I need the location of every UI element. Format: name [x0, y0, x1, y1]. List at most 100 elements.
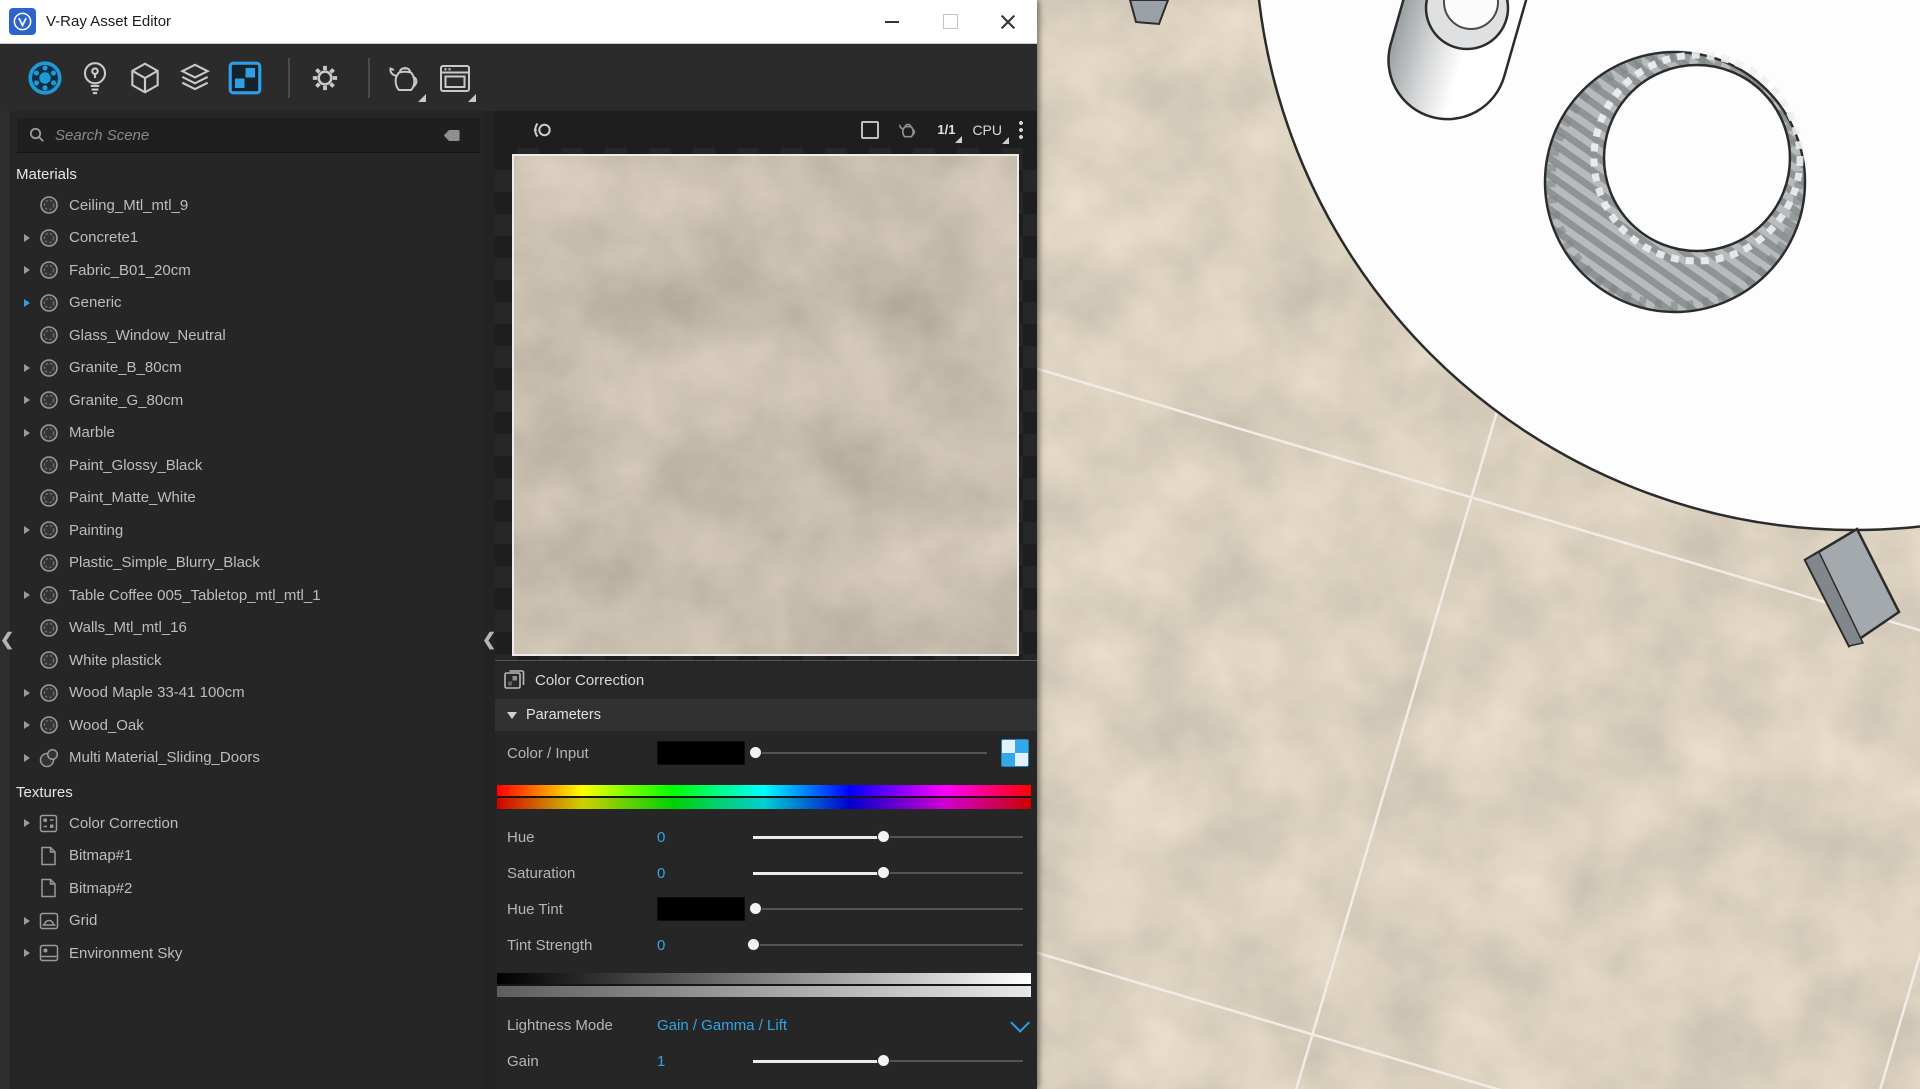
collapse-panel-mid-chevron[interactable]: ❮	[482, 630, 496, 650]
lightness-mode-dropdown-icon[interactable]	[1010, 1012, 1031, 1033]
minimize-button[interactable]	[863, 0, 921, 43]
tree-item-painting[interactable]: Painting	[11, 514, 483, 547]
texture-preview-image[interactable]	[512, 154, 1019, 656]
material-sphere-icon	[38, 650, 59, 671]
tree-item-bitmap-2[interactable]: Bitmap#2	[11, 872, 483, 905]
settings-tab-icon[interactable]	[304, 57, 346, 99]
expand-arrow-icon[interactable]	[24, 526, 36, 535]
material-sphere-icon	[38, 390, 59, 411]
texture-editor-header: Color Correction	[495, 660, 1037, 699]
material-sphere-icon	[38, 422, 59, 443]
gain-value[interactable]: 1	[657, 1053, 745, 1070]
hue-tint-swatch[interactable]	[657, 897, 745, 921]
tree-item-fabric-b01-20cm[interactable]: Fabric_B01_20cm	[11, 254, 483, 287]
expand-arrow-icon[interactable]	[24, 753, 36, 762]
sketchup-viewport[interactable]	[1037, 0, 1920, 1089]
param-row-hue-tint: Hue Tint	[495, 891, 1037, 927]
engine-dropdown-icon	[1002, 136, 1009, 144]
tree-item-granite-g-80cm[interactable]: Granite_G_80cm	[11, 384, 483, 417]
left-scroll-strip[interactable]	[0, 111, 11, 1089]
tree-item-ceiling-mtl-mtl-9[interactable]: Ceiling_Mtl_mtl_9	[11, 189, 483, 222]
minimize-icon	[885, 20, 899, 23]
layers-tab-icon[interactable]	[174, 57, 216, 99]
close-button[interactable]	[979, 0, 1037, 43]
tree-item-multi-material-sliding-doors[interactable]: Multi Material_Sliding_Doors	[11, 742, 483, 775]
material-sphere-icon	[38, 260, 59, 281]
saturation-value[interactable]: 0	[657, 865, 745, 882]
tree-item-label: Multi Material_Sliding_Doors	[69, 749, 260, 767]
preview-teapot-button[interactable]	[896, 120, 920, 140]
tree-item-paint-matte-white[interactable]: Paint_Matte_White	[11, 482, 483, 515]
expand-arrow-icon[interactable]	[24, 949, 36, 958]
maximize-button[interactable]	[921, 0, 979, 43]
panel-divider[interactable]: ❮	[482, 111, 496, 1089]
expand-arrow-icon[interactable]	[24, 396, 36, 405]
expand-arrow-icon[interactable]	[24, 721, 36, 730]
parameters-section-header[interactable]: Parameters	[495, 699, 1037, 731]
tree-item-granite-b-80cm[interactable]: Granite_B_80cm	[11, 352, 483, 385]
material-sphere-icon	[38, 520, 59, 541]
hue-slider[interactable]	[753, 829, 1023, 845]
expand-arrow-icon[interactable]	[24, 916, 36, 925]
tree-item-bitmap-1[interactable]: Bitmap#1	[11, 840, 483, 873]
frame-buffer-dropdown-icon[interactable]	[468, 93, 476, 102]
tree-item-label: Plastic_Simple_Blurry_Black	[69, 554, 260, 572]
render-button[interactable]	[384, 57, 426, 102]
lights-tab-icon[interactable]	[74, 57, 116, 99]
gain-slider[interactable]	[753, 1053, 1023, 1069]
saturation-slider[interactable]	[753, 865, 1023, 881]
tint-strength-slider[interactable]	[747, 937, 1023, 953]
preview-menu-icon[interactable]	[1019, 120, 1023, 139]
hue-tint-slider[interactable]	[749, 901, 1023, 917]
color-input-swatch[interactable]	[657, 741, 745, 765]
maximize-icon	[942, 14, 958, 29]
tree-item-concrete1[interactable]: Concrete1	[11, 222, 483, 255]
tree-item-grid[interactable]: Grid	[11, 905, 483, 938]
tree-item-paint-glossy-black[interactable]: Paint_Glossy_Black	[11, 449, 483, 482]
tree-item-generic[interactable]: Generic	[11, 287, 483, 320]
tree-item-marble[interactable]: Marble	[11, 417, 483, 450]
ribbed-lid[interactable]	[1543, 50, 1807, 314]
expand-arrow-icon[interactable]	[24, 688, 36, 697]
materials-tab-icon[interactable]	[24, 57, 66, 99]
tree-item-label: Fabric_B01_20cm	[69, 261, 191, 279]
hue-value[interactable]: 0	[657, 829, 745, 846]
tint-strength-value[interactable]: 0	[657, 937, 745, 954]
expand-arrow-icon[interactable]	[24, 819, 36, 828]
material-sphere-icon	[38, 585, 59, 606]
textures-tab-icon[interactable]	[224, 57, 266, 99]
tree-item-label: Generic	[69, 294, 122, 312]
tree-item-white-plastick[interactable]: White plastick	[11, 644, 483, 677]
preview-shape-button[interactable]	[861, 120, 880, 139]
expand-arrow-icon[interactable]	[24, 591, 36, 600]
tree-item-label: Table Coffee 005_Tabletop_mtl_mtl_1	[69, 586, 321, 604]
expand-arrow-icon[interactable]	[24, 233, 36, 242]
preview-orbit-icon[interactable]	[529, 120, 555, 140]
preview-header: 1/1 CPU	[495, 111, 1037, 148]
lightness-mode-value[interactable]: Gain / Gamma / Lift	[657, 1017, 1011, 1034]
expand-arrow-icon[interactable]	[24, 363, 36, 372]
tree-item-environment-sky[interactable]: Environment Sky	[11, 937, 483, 970]
search-field[interactable]: Search Scene	[17, 118, 480, 153]
tree-item-wood-maple-33-41-100cm[interactable]: Wood Maple 33-41 100cm	[11, 677, 483, 710]
search-clear-icon[interactable]	[431, 129, 470, 142]
texture-slot-icon[interactable]	[1001, 739, 1029, 767]
tree-item-plastic-simple-blurry-black[interactable]: Plastic_Simple_Blurry_Black	[11, 547, 483, 580]
tree-item-wood-oak[interactable]: Wood_Oak	[11, 709, 483, 742]
tree-item-walls-mtl-mtl-16[interactable]: Walls_Mtl_mtl_16	[11, 612, 483, 645]
engine-selector[interactable]: CPU	[972, 122, 1009, 144]
multi-icon	[38, 747, 59, 768]
expand-arrow-icon[interactable]	[24, 266, 36, 275]
titlebar[interactable]: V-Ray Asset Editor	[0, 0, 1037, 44]
geometry-tab-icon[interactable]	[124, 57, 166, 99]
color-input-slider[interactable]	[749, 745, 987, 761]
tree-item-table-coffee-005-tabletop-mtl-mtl-1[interactable]: Table Coffee 005_Tabletop_mtl_mtl_1	[11, 579, 483, 612]
expand-arrow-icon[interactable]	[24, 298, 36, 307]
expand-arrow-icon[interactable]	[24, 428, 36, 437]
frame-buffer-button[interactable]	[434, 57, 476, 102]
preview-ratio-button[interactable]: 1/1	[937, 122, 963, 143]
tree-item-color-correction[interactable]: Color Correction	[11, 807, 483, 840]
tree-item-glass-window-neutral[interactable]: Glass_Window_Neutral	[11, 319, 483, 352]
vray-logo-icon	[9, 8, 36, 35]
render-dropdown-icon[interactable]	[418, 93, 426, 102]
